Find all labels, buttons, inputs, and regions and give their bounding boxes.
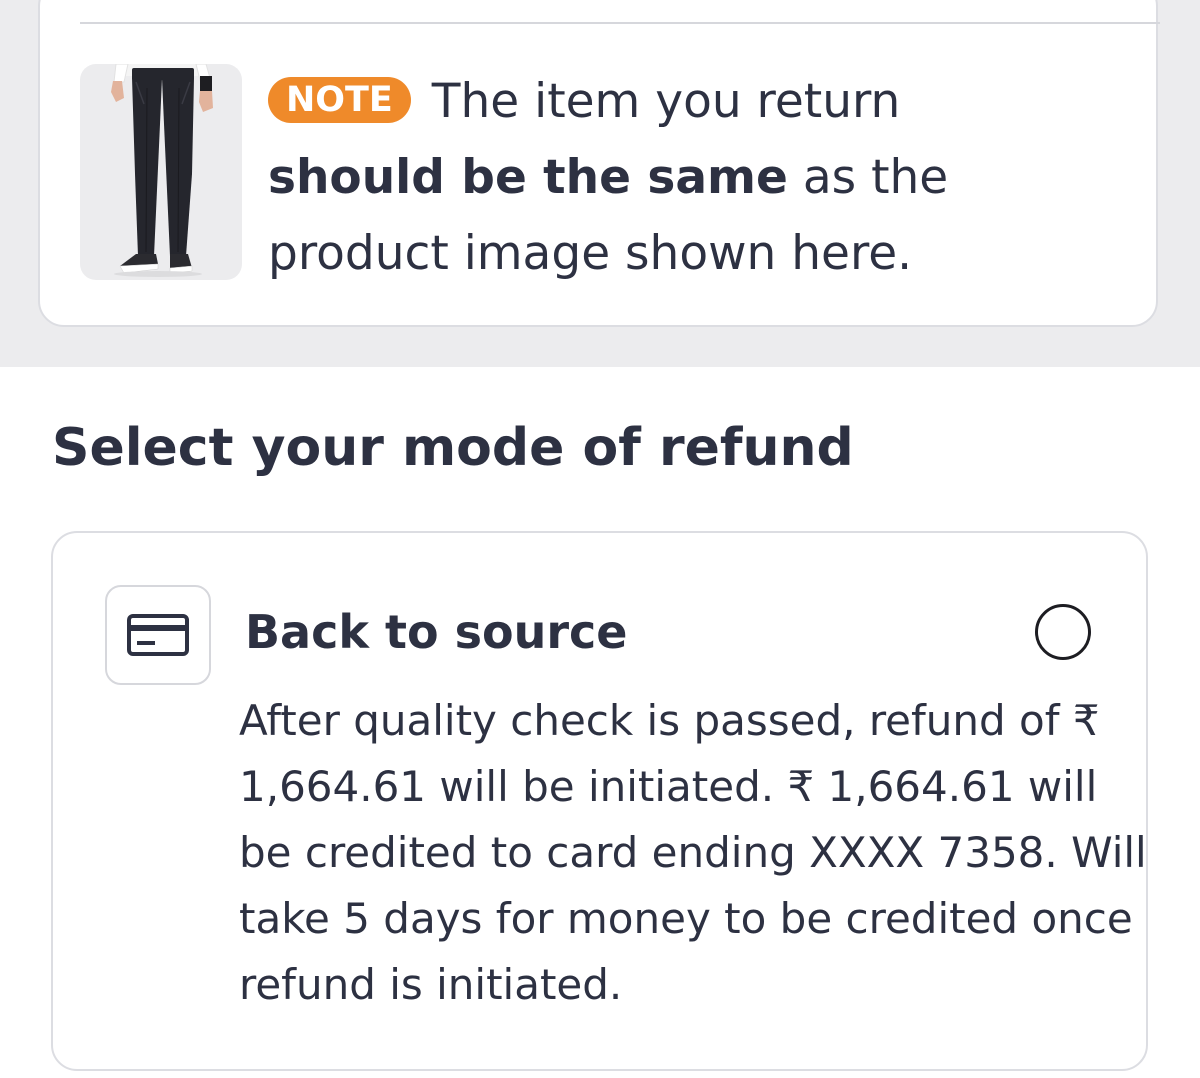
- return-note-text: NOTE The item you return should be the s…: [268, 64, 988, 292]
- note-badge: NOTE: [268, 77, 411, 123]
- refund-option-title: Back to source: [245, 605, 628, 659]
- refund-option-icon-box: [105, 585, 211, 685]
- refund-section-title: Select your mode of refund: [52, 418, 854, 478]
- note-text-lead: The item you return: [416, 74, 901, 129]
- refund-option-description: After quality check is passed, refund of…: [239, 696, 1147, 1009]
- credit-card-icon: [127, 614, 189, 656]
- divider: [80, 22, 1160, 24]
- product-thumbnail: [80, 64, 242, 280]
- refund-option-back-to-source[interactable]: Back to source After quality check is pa…: [51, 531, 1148, 1071]
- return-note-card: NOTE The item you return should be the s…: [38, 0, 1160, 327]
- product-trousers-image: [111, 64, 213, 277]
- refund-option-radio[interactable]: [1035, 604, 1091, 660]
- note-text-emphasis: should be the same: [268, 150, 788, 205]
